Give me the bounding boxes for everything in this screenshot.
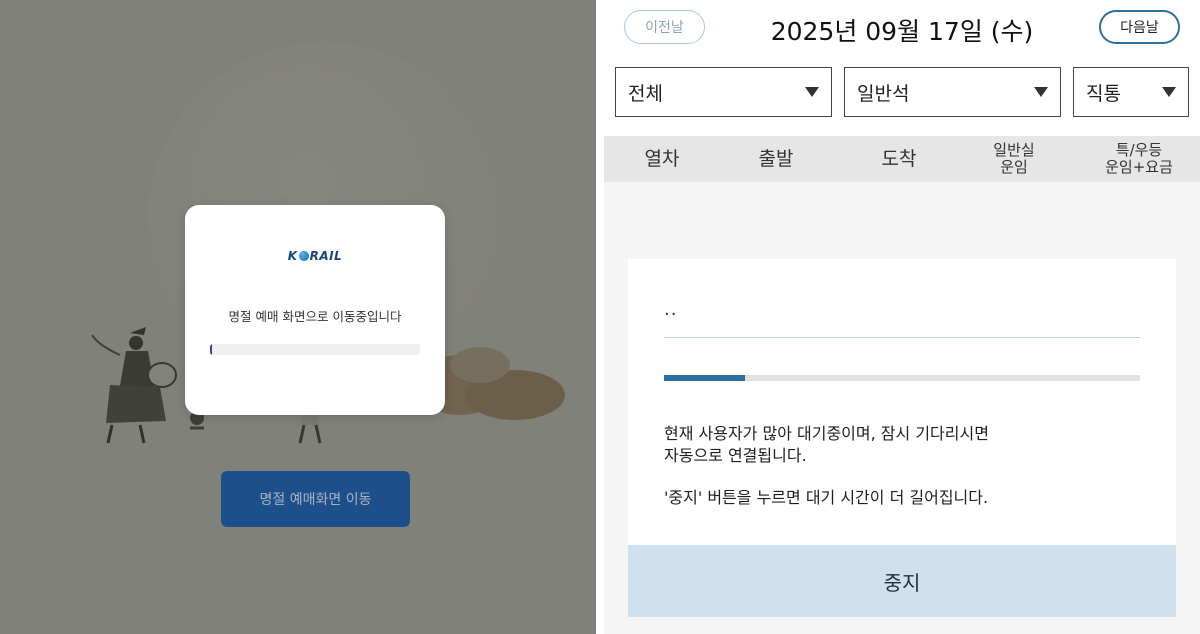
date-title: 2025년 09월 17일 (수) (770, 17, 1034, 46)
stop-warning-note: '중지' 버튼을 누르면 대기 시간이 더 길어집니다. (664, 488, 989, 507)
route-type-value: 직통 (1086, 83, 1121, 105)
filter-bar: 전체 일반석 직통 (604, 58, 1200, 136)
korail-logo: K RAIL (185, 249, 445, 263)
holiday-booking-button[interactable]: 명절 예매화면 이동 (221, 471, 410, 527)
chevron-down-icon (1162, 87, 1176, 97)
seat-class-select[interactable]: 일반석 (844, 67, 1061, 117)
chevron-down-icon (1034, 87, 1048, 97)
korail-logo-pre: K (287, 249, 298, 263)
stop-button[interactable]: 중지 (628, 545, 1176, 617)
redirect-progress-bar (210, 344, 420, 355)
column-premium-fare: 특/우등 운임+요금 (1084, 136, 1194, 182)
column-premium-fare-line2: 운임+요금 (1105, 158, 1173, 176)
train-type-value: 전체 (628, 83, 663, 105)
date-bar: 이전날 2025년 09월 17일 (수) 다음날 (604, 0, 1200, 58)
prev-day-button[interactable]: 이전날 (624, 10, 705, 44)
panel-divider (596, 0, 604, 634)
redirect-message: 명절 예매 화면으로 이동중입니다 (228, 309, 402, 324)
column-arrival: 도착 (881, 148, 917, 170)
redirect-progress-fill (210, 344, 213, 355)
queue-message-line1: 현재 사용자가 많아 대기중이며, 잠시 기다리시면 (664, 424, 989, 443)
queue-progress-fill (664, 375, 745, 381)
queue-divider (664, 337, 1140, 338)
chevron-down-icon (805, 87, 819, 97)
column-departure: 출발 (758, 148, 794, 170)
seat-class-value: 일반석 (857, 83, 910, 105)
left-panel: K RAIL 명절 예매 화면으로 이동중입니다 명절 예매화면 이동 (0, 0, 596, 634)
queue-progress-bar (664, 375, 1140, 381)
train-type-select[interactable]: 전체 (615, 67, 832, 117)
redirect-dialog: K RAIL 명절 예매 화면으로 이동중입니다 (185, 205, 445, 415)
column-standard-fare-line1: 일반실 (993, 141, 1035, 159)
route-type-select[interactable]: 직통 (1073, 67, 1189, 117)
queue-message-line2: 자동으로 연결됩니다. (664, 446, 807, 465)
queue-waiting-card: .. 현재 사용자가 많아 대기중이며, 잠시 기다리시면 자동으로 연결됩니다… (628, 259, 1176, 617)
column-train: 열차 (644, 148, 680, 170)
next-day-button[interactable]: 다음날 (1099, 10, 1180, 44)
korail-logo-mark (298, 251, 309, 261)
column-standard-fare: 일반실 운임 (974, 136, 1054, 182)
korail-logo-post: RAIL (309, 249, 343, 263)
schedule-table-header: 열차 출발 도착 일반실 운임 특/우등 운임+요금 (604, 136, 1200, 182)
right-panel: 이전날 2025년 09월 17일 (수) 다음날 전체 일반석 직통 열차 출… (604, 0, 1200, 634)
column-standard-fare-line2: 운임 (1000, 158, 1028, 176)
queue-status-dots: .. (664, 299, 678, 320)
column-premium-fare-line1: 특/우등 (1115, 141, 1163, 159)
queue-message: 현재 사용자가 많아 대기중이며, 잠시 기다리시면 자동으로 연결됩니다. (664, 423, 1144, 467)
